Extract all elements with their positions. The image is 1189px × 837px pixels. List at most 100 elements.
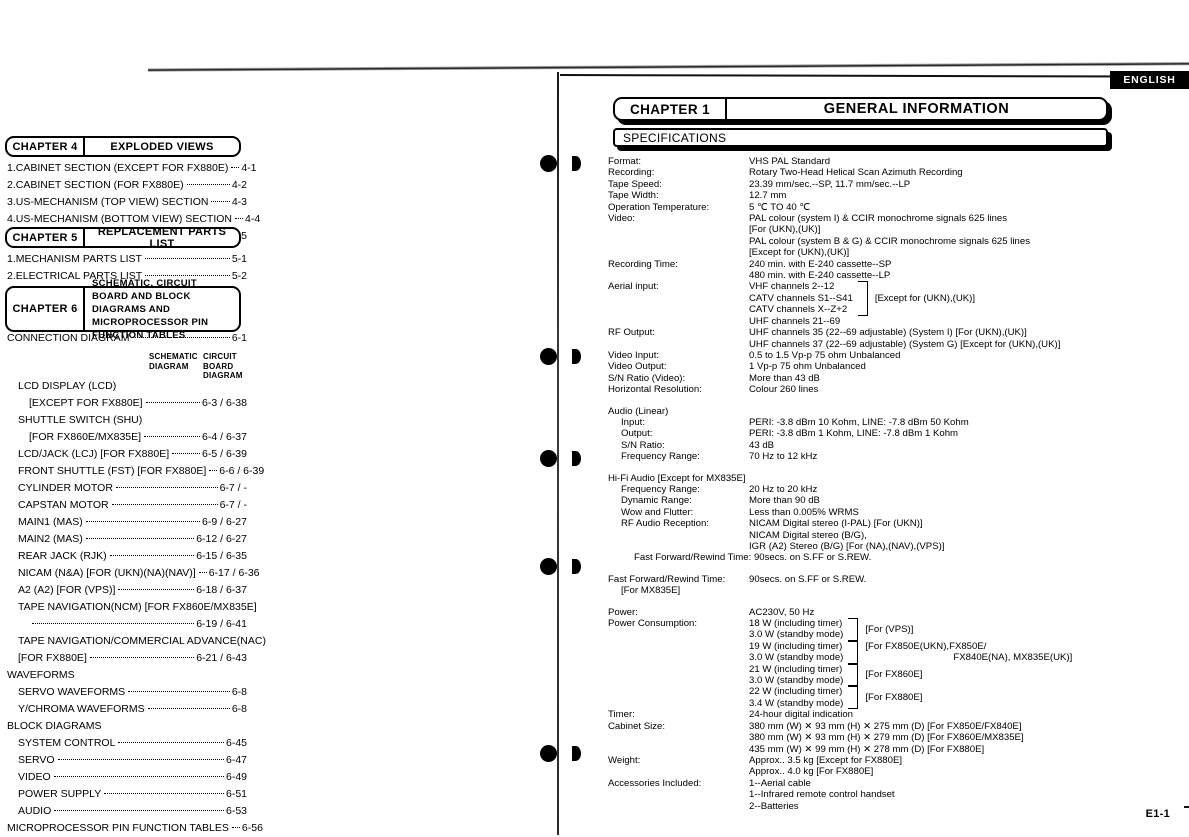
power-brace-rows: 21 W (including timer) 3.0 W (standby mo…	[749, 664, 843, 687]
toc-entry: TAPE NAVIGATION(NCM) [FOR FX860E/MX835E]	[18, 601, 257, 613]
toc-label: 1.CABINET SECTION (EXCEPT FOR FX880E)	[7, 162, 229, 174]
brace-note-line: FX840E(NA), MX835E(UK)]	[953, 652, 1073, 664]
toc-label: CONNECTION DIAGRAM	[7, 332, 130, 344]
toc-leader	[54, 810, 224, 811]
toc-page: 6-8	[231, 686, 247, 698]
footer-page-number: E1-1	[1145, 808, 1170, 820]
toc-entry[interactable]: SYSTEM CONTROL 6-45	[7, 735, 247, 752]
toc-entry[interactable]: FRONT SHUTTLE (FST) [FOR FX880E] 6-6 / 6…	[7, 463, 264, 480]
chapter-4-title: EXPLODED VIEWS	[110, 140, 214, 153]
ff-rewind-mx835e-sublabel: [For MX835E]	[621, 585, 681, 597]
toc-entry[interactable]: MAIN1 (MAS) 6-9 / 6-27	[7, 514, 247, 531]
toc-leader	[118, 589, 195, 590]
toc-label: 3.US-MECHANISM (TOP VIEW) SECTION	[7, 196, 209, 208]
brace-note: [For FX860E]	[865, 669, 923, 681]
toc-entry[interactable]: CAPSTAN MOTOR 6-7 / -	[7, 497, 247, 514]
toc-page: 6-17 / 6-36	[208, 567, 260, 579]
spec-row-recording: Recording: Rotary Two-Head Helical Scan …	[608, 167, 1188, 178]
toc-label: [FOR FX860E/MX835E]	[29, 431, 142, 443]
chapter-6-title: SCHEMATIC, CIRCUIT BOARD AND BLOCK DIAGR…	[85, 278, 239, 341]
toc-entry[interactable]: MICROPROCESSOR PIN FUNCTION TABLES 6-56	[7, 820, 263, 837]
toc-entry[interactable]: 1.CABINET SECTION (EXCEPT FOR FX880E) 4-…	[7, 160, 257, 177]
spec-label: Tape Speed:	[608, 178, 662, 190]
spec-value-line: CATV channels X--Z+2	[749, 304, 848, 316]
chapter-4-header: CHAPTER 4 EXPLODED VIEWS	[5, 136, 241, 157]
spec-value: 5 ℃ TO 40 ℃	[749, 201, 811, 213]
toc-entry[interactable]: REAR JACK (RJK) 6-15 / 6-35	[7, 548, 247, 565]
spec-row-sn-ratio-video: S/N Ratio (Video): More than 43 dB	[608, 373, 1188, 384]
spec-value-line: VHF channels 2--12	[749, 281, 835, 293]
toc-entry[interactable]: 6-19 / 6-41	[7, 616, 247, 633]
toc-entry: LCD DISPLAY (LCD)	[18, 380, 117, 392]
toc-label: AUDIO	[18, 805, 52, 817]
toc-entry[interactable]: SERVO 6-47	[7, 752, 247, 769]
spec-label: Recording:	[608, 167, 655, 179]
spec-value-line: 380 mm (W) ✕ 93 mm (H) ✕ 275 mm (D) [For…	[749, 720, 1022, 732]
chapter-6-header: CHAPTER 6 SCHEMATIC, CIRCUIT BOARD AND B…	[5, 278, 241, 341]
toc-leader	[118, 742, 224, 743]
toc-label: CAPSTAN MOTOR	[18, 499, 109, 511]
spec-row-hifi-frequency-range: Frequency Range: 20 Hz to 20 kHz	[608, 484, 1188, 495]
toc-leader	[89, 657, 195, 658]
chapter-6-title-line-1: SCHEMATIC, CIRCUIT BOARD AND BLOCK	[92, 277, 197, 302]
spec-value-line: 480 min. with E-240 cassette--LP	[749, 270, 891, 282]
spec-value-line: 21 W (including timer)	[749, 663, 843, 675]
spec-label: Accessories Included:	[608, 777, 702, 789]
toc-entry[interactable]: [FOR FX880E] 6-21 / 6-43	[7, 650, 247, 667]
toc-entry[interactable]: MAIN2 (MAS) 6-12 / 6-27	[7, 531, 247, 548]
toc-entry[interactable]: POWER SUPPLY 6-51	[7, 786, 247, 803]
toc-entry[interactable]: NICAM (N&A) [FOR (UKN)(NA)(NAV)] 6-17 / …	[7, 565, 260, 582]
toc-entry[interactable]: 2.CABINET SECTION (FOR FX880E) 4-2	[7, 177, 247, 194]
spec-value: PERI: -3.8 dBm 10 Kohm, LINE: -7.8 dBm 5…	[749, 416, 969, 428]
toc-leader	[231, 827, 240, 828]
chapter-6-toc: LCD DISPLAY (LCD) [EXCEPT FOR FX880E] 6-…	[7, 378, 266, 837]
spec-row-hifi-rf-audio-reception: RF Audio Reception: NICAM Digital stereo…	[608, 518, 1188, 552]
toc-leader	[211, 201, 230, 202]
toc-label: SERVO WAVEFORMS	[18, 686, 126, 698]
spec-value-line: Approx.. 3.5 kg [Except for FX880E]	[749, 754, 903, 766]
spec-value-line: UHF channels 21--69	[749, 315, 841, 327]
brace-note: [For (VPS)]	[865, 623, 914, 635]
toc-entry[interactable]: LCD/JACK (LCJ) [FOR FX880E] 6-5 / 6-39	[7, 446, 247, 463]
toc-entry[interactable]: SERVO WAVEFORMS 6-8	[7, 684, 247, 701]
toc-entry[interactable]: 1.MECHANISM PARTS LIST 5-1	[7, 251, 247, 268]
chapter-5-number: CHAPTER 5	[7, 229, 85, 246]
toc-entry-connection-diagram[interactable]: CONNECTION DIAGRAM 6-1	[7, 330, 247, 347]
toc-page: 6-6 / 6-39	[219, 465, 265, 477]
toc-entry[interactable]: [FOR FX860E/MX835E] 6-4 / 6-37	[7, 429, 247, 446]
power-brace-group-3: 21 W (including timer) 3.0 W (standby mo…	[749, 663, 1188, 687]
connection-diagram-row-wrap: CONNECTION DIAGRAM 6-1	[7, 330, 247, 347]
toc-label: [FOR FX880E]	[18, 652, 87, 664]
spec-label: RF Audio Reception:	[621, 518, 709, 530]
toc-leader	[209, 470, 218, 471]
spec-value-line: NICAM Digital stereo (B/G),	[749, 529, 867, 541]
toc-label: MICROPROCESSOR PIN FUNCTION TABLES	[7, 822, 229, 834]
toc-entry[interactable]: A2 (A2) [FOR (VPS)] 6-18 / 6-37	[7, 582, 247, 599]
board-line-1: CIRCUIT	[203, 352, 237, 361]
toc-leader	[144, 258, 230, 259]
toc-leader	[172, 453, 201, 454]
toc-entry[interactable]: VIDEO 6-49	[7, 769, 247, 786]
spec-row-hifi-wow-flutter: Wow and Flutter: Less than 0.005% WRMS	[608, 507, 1188, 518]
toc-entry[interactable]: AUDIO 6-53	[7, 803, 247, 820]
brace-bracket-icon	[848, 640, 859, 664]
spec-value: Less than 0.005% WRMS	[749, 506, 859, 518]
spec-label: Format:	[608, 156, 642, 167]
toc-entry[interactable]: CYLINDER MOTOR 6-7 / -	[7, 480, 247, 497]
toc-entry[interactable]: Y/CHROMA WAVEFORMS 6-8	[7, 701, 247, 718]
toc-label: LCD/JACK (LCJ) [FOR FX880E]	[18, 448, 170, 460]
toc-leader	[115, 487, 218, 488]
brace-note: [For FX880E]	[865, 692, 923, 704]
power-brace-group-2: 19 W (including timer) 3.0 W (standby mo…	[749, 640, 1188, 664]
spec-row-horizontal-resolution: Horizontal Resolution: Colour 260 lines	[608, 384, 1188, 395]
spec-row-rf-output: RF Output: UHF channels 35 (22--69 adjus…	[608, 327, 1188, 350]
toc-entry[interactable]: [EXCEPT FOR FX880E] 6-3 / 6-38	[7, 395, 247, 412]
toc-entry[interactable]: 3.US-MECHANISM (TOP VIEW) SECTION 4-3	[7, 194, 247, 211]
spec-value: VHF channels 2--12 CATV channels S1--S41…	[749, 281, 1188, 327]
toc-page: 6-51	[225, 788, 247, 800]
spec-value-line: [For (UKN),(UK)]	[749, 224, 821, 236]
power-brace-group-4: 22 W (including timer) 3.4 W (standby mo…	[749, 686, 1188, 710]
spec-label: Weight:	[608, 754, 641, 766]
spec-row-tape-width: Tape Width: 12.7 mm	[608, 190, 1188, 201]
right-page: ENGLISH CHAPTER 1 GENERAL INFORMATION SP…	[560, 0, 1189, 835]
